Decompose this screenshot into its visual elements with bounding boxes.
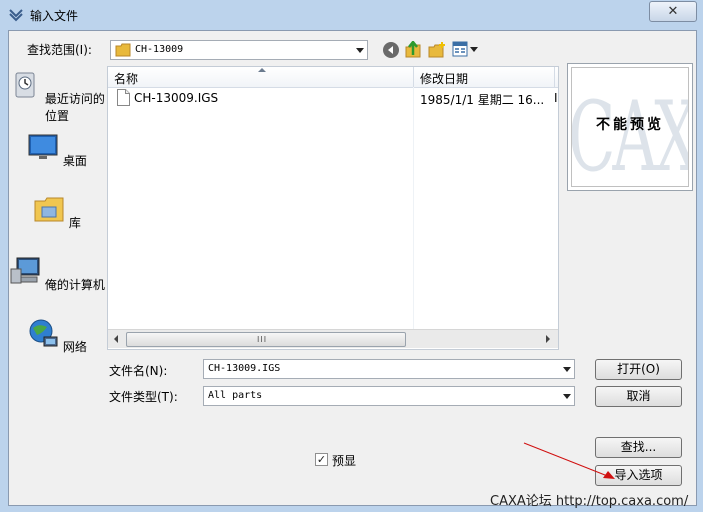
file-list[interactable]: 名称 修改日期 CH-13009.IGS 1985/1/1 星期二 16... … xyxy=(107,66,559,350)
file-row[interactable]: CH-13009.IGS 1985/1/1 星期二 16... I xyxy=(108,88,558,108)
column-guide xyxy=(413,87,414,329)
libraries-icon xyxy=(34,197,64,222)
place-label: 库 xyxy=(68,216,81,230)
back-icon[interactable] xyxy=(382,41,400,59)
preview-image: CAXA 不能预览 xyxy=(571,67,689,187)
scrollbar-thumb[interactable]: III xyxy=(126,332,406,347)
file-icon xyxy=(117,89,130,106)
places-bar: 最近访问的位置 桌面 库 俺的计算机 网络 xyxy=(9,61,105,361)
title-bar: 输入文件 ✕ xyxy=(0,0,703,30)
place-recent[interactable]: 最近访问的位置 xyxy=(9,69,105,124)
open-button[interactable]: 打开(O) xyxy=(595,359,682,380)
window-title: 输入文件 xyxy=(30,9,79,23)
place-network[interactable]: 网络 xyxy=(9,317,105,355)
chevron-down-icon xyxy=(563,394,571,399)
close-icon: ✕ xyxy=(667,4,679,19)
scroll-right-icon[interactable] xyxy=(546,335,550,343)
view-menu-button[interactable] xyxy=(452,40,478,60)
list-header: 名称 修改日期 xyxy=(108,67,558,88)
network-icon xyxy=(29,319,58,347)
filetype-label: 文件类型(T): xyxy=(109,390,178,404)
new-folder-icon[interactable] xyxy=(428,41,446,59)
chevron-down-icon xyxy=(470,47,478,52)
place-desktop[interactable]: 桌面 xyxy=(9,131,105,169)
chevron-down-icon xyxy=(563,367,571,372)
place-computer[interactable]: 俺的计算机 xyxy=(9,255,105,293)
view-grid-icon xyxy=(452,41,468,57)
folder-icon xyxy=(115,43,131,57)
app-icon xyxy=(9,9,23,22)
place-label: 最近访问的位置 xyxy=(44,92,105,123)
place-label: 桌面 xyxy=(62,154,87,168)
lookin-combo[interactable]: CH-13009 xyxy=(110,40,368,60)
recent-places-icon xyxy=(15,72,35,98)
file-name: CH-13009.IGS xyxy=(134,91,219,105)
import-file-dialog: 输入文件 ✕ 查找范围(I): CH-13009 最近访问的位置 桌面 库 俺的… xyxy=(0,0,703,512)
preview-checkbox-label: 预显 xyxy=(332,454,357,468)
close-button[interactable]: ✕ xyxy=(649,1,697,22)
lookin-label: 查找范围(I): xyxy=(27,43,92,57)
sort-ascending-icon xyxy=(258,68,266,72)
preview-pane: CAXA 不能预览 xyxy=(567,63,693,191)
checkmark-icon: ✓ xyxy=(316,453,327,466)
forum-watermark: CAXA论坛 http://top.caxa.com/ xyxy=(490,494,689,509)
column-divider[interactable] xyxy=(413,67,414,87)
lookin-value: CH-13009 xyxy=(135,44,184,55)
filetype-value: All parts xyxy=(208,390,263,401)
file-extra: I xyxy=(554,91,558,105)
file-date: 1985/1/1 星期二 16... xyxy=(420,93,545,107)
column-header-date[interactable]: 修改日期 xyxy=(420,70,468,87)
place-libraries[interactable]: 库 xyxy=(9,193,105,231)
filename-label: 文件名(N): xyxy=(109,364,168,378)
no-preview-text: 不能预览 xyxy=(596,117,664,133)
up-folder-icon[interactable] xyxy=(404,41,422,59)
filetype-select[interactable]: All parts xyxy=(203,386,575,406)
filename-value: CH-13009.IGS xyxy=(208,363,281,374)
cancel-button[interactable]: 取消 xyxy=(595,386,682,407)
place-label: 网络 xyxy=(62,340,87,354)
desktop-icon xyxy=(28,134,58,159)
dialog-client: 查找范围(I): CH-13009 最近访问的位置 桌面 库 俺的计算机 网络 … xyxy=(8,30,697,506)
horizontal-scrollbar[interactable]: III xyxy=(108,329,558,348)
computer-icon xyxy=(10,257,40,284)
column-header-name[interactable]: 名称 xyxy=(114,70,138,87)
annotation-arrow xyxy=(523,442,615,479)
scroll-left-icon[interactable] xyxy=(114,335,118,343)
scroll-grip: III xyxy=(257,335,268,344)
preview-checkbox[interactable]: ✓ xyxy=(315,453,328,466)
place-label: 俺的计算机 xyxy=(44,278,105,292)
chevron-down-icon xyxy=(356,48,364,53)
column-divider[interactable] xyxy=(554,67,555,87)
filename-input[interactable]: CH-13009.IGS xyxy=(203,359,575,379)
